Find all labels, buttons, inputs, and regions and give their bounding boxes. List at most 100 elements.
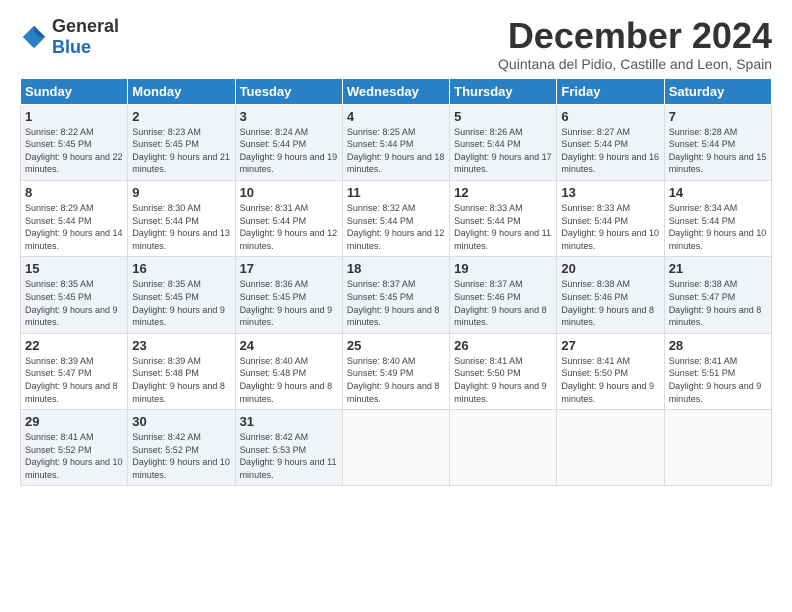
calendar-cell: 31 Sunrise: 8:42 AMSunset: 5:53 PMDaylig… <box>235 410 342 486</box>
calendar-cell: 26 Sunrise: 8:41 AMSunset: 5:50 PMDaylig… <box>450 333 557 409</box>
day-info: Sunrise: 8:35 AMSunset: 5:45 PMDaylight:… <box>132 279 225 327</box>
day-info: Sunrise: 8:33 AMSunset: 5:44 PMDaylight:… <box>454 203 551 251</box>
day-info: Sunrise: 8:23 AMSunset: 5:45 PMDaylight:… <box>132 127 230 175</box>
calendar-cell: 27 Sunrise: 8:41 AMSunset: 5:50 PMDaylig… <box>557 333 664 409</box>
col-friday: Friday <box>557 78 664 104</box>
col-monday: Monday <box>128 78 235 104</box>
day-info: Sunrise: 8:26 AMSunset: 5:44 PMDaylight:… <box>454 127 552 175</box>
day-number: 3 <box>240 109 338 124</box>
calendar-cell: 23 Sunrise: 8:39 AMSunset: 5:48 PMDaylig… <box>128 333 235 409</box>
day-info: Sunrise: 8:36 AMSunset: 5:45 PMDaylight:… <box>240 279 333 327</box>
calendar-cell: 3 Sunrise: 8:24 AMSunset: 5:44 PMDayligh… <box>235 104 342 180</box>
calendar-cell: 10 Sunrise: 8:31 AMSunset: 5:44 PMDaylig… <box>235 180 342 256</box>
calendar-cell: 29 Sunrise: 8:41 AMSunset: 5:52 PMDaylig… <box>21 410 128 486</box>
day-info: Sunrise: 8:38 AMSunset: 5:47 PMDaylight:… <box>669 279 762 327</box>
logo-text: General Blue <box>52 16 119 58</box>
day-info: Sunrise: 8:41 AMSunset: 5:51 PMDaylight:… <box>669 356 762 404</box>
calendar-cell: 12 Sunrise: 8:33 AMSunset: 5:44 PMDaylig… <box>450 180 557 256</box>
day-number: 21 <box>669 261 767 276</box>
day-info: Sunrise: 8:34 AMSunset: 5:44 PMDaylight:… <box>669 203 767 251</box>
day-number: 19 <box>454 261 552 276</box>
day-number: 18 <box>347 261 445 276</box>
calendar-cell <box>557 410 664 486</box>
day-number: 2 <box>132 109 230 124</box>
day-info: Sunrise: 8:39 AMSunset: 5:48 PMDaylight:… <box>132 356 225 404</box>
day-number: 17 <box>240 261 338 276</box>
calendar-cell: 30 Sunrise: 8:42 AMSunset: 5:52 PMDaylig… <box>128 410 235 486</box>
calendar-cell: 4 Sunrise: 8:25 AMSunset: 5:44 PMDayligh… <box>342 104 449 180</box>
calendar-cell: 7 Sunrise: 8:28 AMSunset: 5:44 PMDayligh… <box>664 104 771 180</box>
calendar-cell: 17 Sunrise: 8:36 AMSunset: 5:45 PMDaylig… <box>235 257 342 333</box>
calendar-cell: 1 Sunrise: 8:22 AMSunset: 5:45 PMDayligh… <box>21 104 128 180</box>
day-number: 28 <box>669 338 767 353</box>
day-number: 26 <box>454 338 552 353</box>
day-info: Sunrise: 8:37 AMSunset: 5:46 PMDaylight:… <box>454 279 547 327</box>
col-tuesday: Tuesday <box>235 78 342 104</box>
page: General Blue December 2024 Quintana del … <box>0 0 792 496</box>
title-area: December 2024 Quintana del Pidio, Castil… <box>498 16 772 72</box>
day-number: 11 <box>347 185 445 200</box>
calendar-cell: 14 Sunrise: 8:34 AMSunset: 5:44 PMDaylig… <box>664 180 771 256</box>
calendar-cell: 8 Sunrise: 8:29 AMSunset: 5:44 PMDayligh… <box>21 180 128 256</box>
calendar-cell: 18 Sunrise: 8:37 AMSunset: 5:45 PMDaylig… <box>342 257 449 333</box>
day-number: 1 <box>25 109 123 124</box>
header-area: General Blue December 2024 Quintana del … <box>20 16 772 72</box>
calendar-cell: 9 Sunrise: 8:30 AMSunset: 5:44 PMDayligh… <box>128 180 235 256</box>
day-info: Sunrise: 8:41 AMSunset: 5:50 PMDaylight:… <box>561 356 654 404</box>
calendar-cell: 22 Sunrise: 8:39 AMSunset: 5:47 PMDaylig… <box>21 333 128 409</box>
header-row: Sunday Monday Tuesday Wednesday Thursday… <box>21 78 772 104</box>
location-title: Quintana del Pidio, Castille and Leon, S… <box>498 56 772 72</box>
day-info: Sunrise: 8:28 AMSunset: 5:44 PMDaylight:… <box>669 127 767 175</box>
day-info: Sunrise: 8:41 AMSunset: 5:52 PMDaylight:… <box>25 432 123 480</box>
col-thursday: Thursday <box>450 78 557 104</box>
calendar-cell: 13 Sunrise: 8:33 AMSunset: 5:44 PMDaylig… <box>557 180 664 256</box>
calendar-cell: 21 Sunrise: 8:38 AMSunset: 5:47 PMDaylig… <box>664 257 771 333</box>
day-number: 4 <box>347 109 445 124</box>
logo-general: General <box>52 16 119 36</box>
col-sunday: Sunday <box>21 78 128 104</box>
day-info: Sunrise: 8:37 AMSunset: 5:45 PMDaylight:… <box>347 279 440 327</box>
day-info: Sunrise: 8:25 AMSunset: 5:44 PMDaylight:… <box>347 127 445 175</box>
day-number: 20 <box>561 261 659 276</box>
logo-blue: Blue <box>52 37 91 57</box>
day-number: 24 <box>240 338 338 353</box>
calendar-cell <box>664 410 771 486</box>
calendar-cell: 16 Sunrise: 8:35 AMSunset: 5:45 PMDaylig… <box>128 257 235 333</box>
calendar-cell: 19 Sunrise: 8:37 AMSunset: 5:46 PMDaylig… <box>450 257 557 333</box>
month-title: December 2024 <box>498 16 772 56</box>
calendar-cell: 25 Sunrise: 8:40 AMSunset: 5:49 PMDaylig… <box>342 333 449 409</box>
calendar-cell <box>450 410 557 486</box>
day-info: Sunrise: 8:40 AMSunset: 5:48 PMDaylight:… <box>240 356 333 404</box>
day-info: Sunrise: 8:42 AMSunset: 5:53 PMDaylight:… <box>240 432 337 480</box>
day-info: Sunrise: 8:27 AMSunset: 5:44 PMDaylight:… <box>561 127 659 175</box>
col-wednesday: Wednesday <box>342 78 449 104</box>
calendar-cell: 6 Sunrise: 8:27 AMSunset: 5:44 PMDayligh… <box>557 104 664 180</box>
day-number: 31 <box>240 414 338 429</box>
day-number: 30 <box>132 414 230 429</box>
day-info: Sunrise: 8:40 AMSunset: 5:49 PMDaylight:… <box>347 356 440 404</box>
day-info: Sunrise: 8:39 AMSunset: 5:47 PMDaylight:… <box>25 356 118 404</box>
day-info: Sunrise: 8:35 AMSunset: 5:45 PMDaylight:… <box>25 279 118 327</box>
day-info: Sunrise: 8:42 AMSunset: 5:52 PMDaylight:… <box>132 432 230 480</box>
day-number: 29 <box>25 414 123 429</box>
calendar-cell: 24 Sunrise: 8:40 AMSunset: 5:48 PMDaylig… <box>235 333 342 409</box>
calendar-table: Sunday Monday Tuesday Wednesday Thursday… <box>20 78 772 487</box>
day-number: 13 <box>561 185 659 200</box>
day-info: Sunrise: 8:33 AMSunset: 5:44 PMDaylight:… <box>561 203 659 251</box>
calendar-cell: 28 Sunrise: 8:41 AMSunset: 5:51 PMDaylig… <box>664 333 771 409</box>
calendar-cell: 20 Sunrise: 8:38 AMSunset: 5:46 PMDaylig… <box>557 257 664 333</box>
calendar-cell <box>342 410 449 486</box>
day-number: 14 <box>669 185 767 200</box>
calendar-cell: 5 Sunrise: 8:26 AMSunset: 5:44 PMDayligh… <box>450 104 557 180</box>
day-number: 22 <box>25 338 123 353</box>
day-number: 23 <box>132 338 230 353</box>
calendar-header: Sunday Monday Tuesday Wednesday Thursday… <box>21 78 772 104</box>
day-number: 8 <box>25 185 123 200</box>
logo: General Blue <box>20 16 119 58</box>
calendar-cell: 15 Sunrise: 8:35 AMSunset: 5:45 PMDaylig… <box>21 257 128 333</box>
day-number: 9 <box>132 185 230 200</box>
day-info: Sunrise: 8:31 AMSunset: 5:44 PMDaylight:… <box>240 203 338 251</box>
day-info: Sunrise: 8:41 AMSunset: 5:50 PMDaylight:… <box>454 356 547 404</box>
day-number: 12 <box>454 185 552 200</box>
day-info: Sunrise: 8:22 AMSunset: 5:45 PMDaylight:… <box>25 127 123 175</box>
